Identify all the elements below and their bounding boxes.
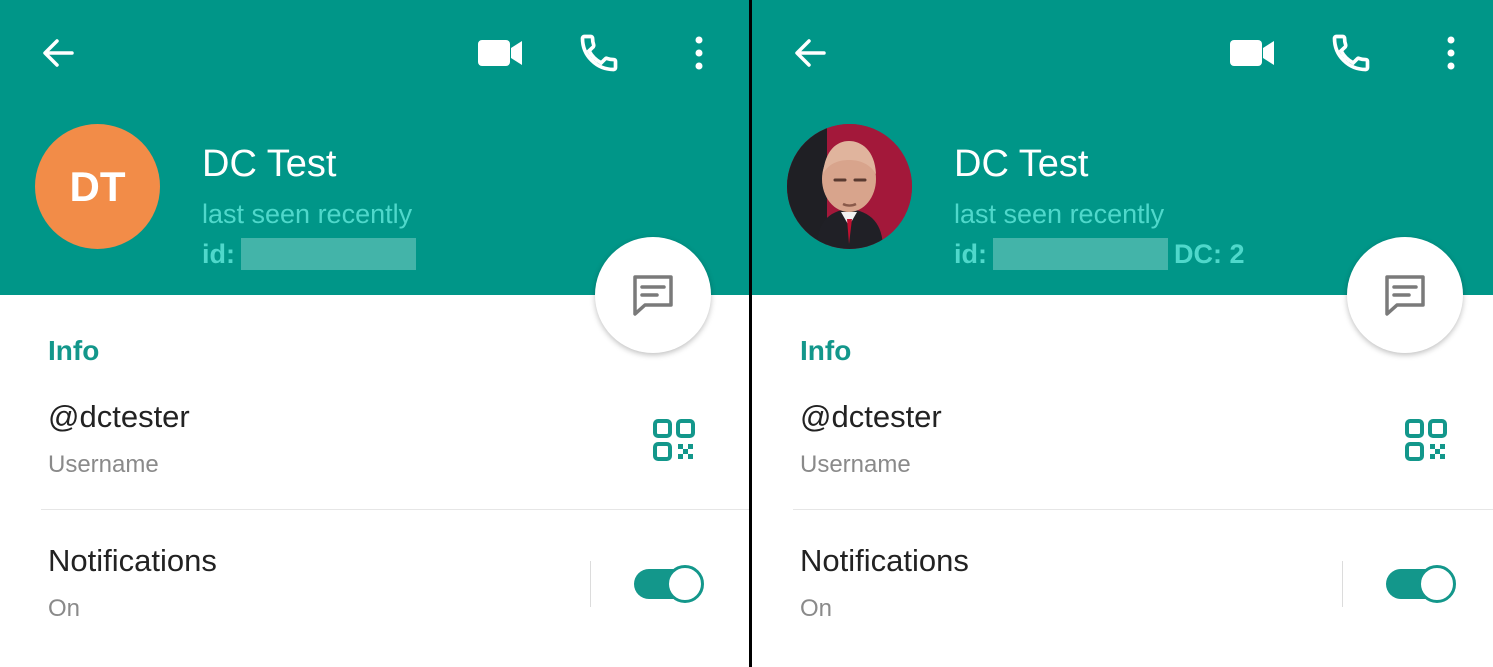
video-call-icon[interactable] (474, 33, 526, 73)
last-seen-status: last seen recently (954, 199, 1165, 229)
profile-panel-right: DC Test last seen recently id: DC: 2 Inf… (752, 0, 1493, 667)
row-divider (793, 509, 1493, 510)
notifications-state: On (48, 595, 81, 622)
username-label: Username (800, 451, 911, 478)
phone-icon[interactable] (576, 31, 622, 75)
message-icon (633, 275, 673, 316)
notifications-title[interactable]: Notifications (800, 543, 969, 579)
avatar-initials: DT (69, 162, 126, 210)
redacted-id (241, 238, 416, 270)
notifications-title[interactable]: Notifications (48, 543, 217, 579)
id-label: id: (202, 238, 235, 269)
toggle-knob (666, 565, 704, 603)
vertical-separator (590, 561, 591, 607)
qr-code-icon[interactable] (1404, 418, 1448, 462)
row-divider (41, 509, 749, 510)
send-message-button[interactable] (595, 237, 711, 353)
phone-icon[interactable] (1328, 31, 1374, 75)
dc-label: DC: 2 (1174, 238, 1245, 269)
user-id-line: id: DC: 2 (954, 238, 1245, 270)
id-label: id: (954, 238, 987, 269)
contact-name: DC Test (954, 143, 1089, 185)
qr-code-icon[interactable] (652, 418, 696, 462)
vertical-separator (1342, 561, 1343, 607)
notifications-state: On (800, 595, 833, 622)
back-arrow-icon[interactable] (790, 33, 830, 73)
more-vert-icon[interactable] (688, 33, 710, 73)
notifications-toggle[interactable] (634, 565, 706, 603)
send-message-button[interactable] (1347, 237, 1463, 353)
more-vert-icon[interactable] (1440, 33, 1462, 73)
toggle-knob (1418, 565, 1456, 603)
avatar-photo[interactable] (787, 124, 912, 249)
contact-name: DC Test (202, 143, 337, 185)
username-value[interactable]: @dctester (48, 399, 190, 435)
avatar[interactable]: DT (35, 124, 160, 249)
redacted-id (993, 238, 1168, 270)
last-seen-status: last seen recently (202, 199, 413, 229)
video-call-icon[interactable] (1226, 33, 1278, 73)
user-id-line: id: (202, 238, 416, 270)
profile-photo-image (787, 124, 912, 249)
username-value[interactable]: @dctester (800, 399, 942, 435)
notifications-toggle[interactable] (1386, 565, 1458, 603)
info-section-title: Info (48, 335, 100, 366)
back-arrow-icon[interactable] (38, 33, 78, 73)
profile-panel-left: DT DC Test last seen recently id: Info @… (0, 0, 749, 667)
username-label: Username (48, 451, 159, 478)
info-section-title: Info (800, 335, 852, 366)
message-icon (1385, 275, 1425, 316)
